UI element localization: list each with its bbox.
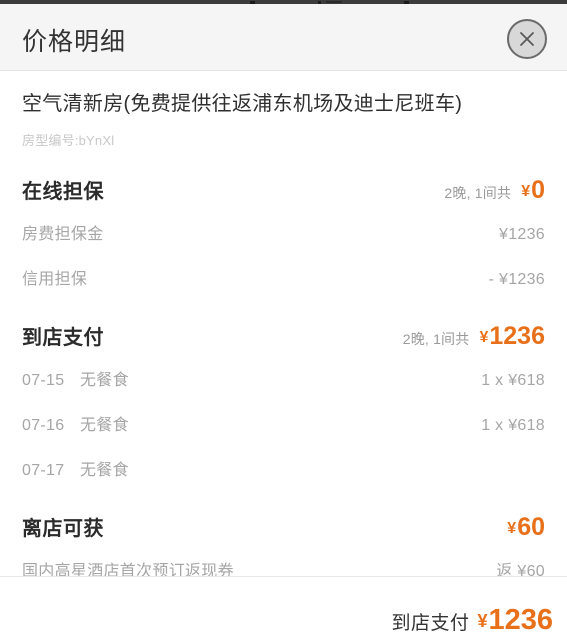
- table-row: 07-17 无餐食: [22, 445, 545, 490]
- row-left: 信用担保: [22, 265, 87, 289]
- row-label: 无餐食: [80, 417, 129, 434]
- row-label: 无餐食: [80, 462, 129, 479]
- section-title: 到店支付: [22, 327, 104, 349]
- section-amount: ¥60: [507, 513, 545, 542]
- bottom-total-label: 到店支付: [391, 613, 470, 633]
- row-date: 07-16: [22, 417, 65, 434]
- row-date: 07-15: [22, 372, 65, 389]
- strip-notch-3: [326, 1, 342, 3]
- close-circle-icon[interactable]: [507, 19, 547, 59]
- section-pay-at-hotel: 到店支付 2晚, 1间共 ¥1236 07-15 无餐食 1 x ¥618 07…: [0, 299, 567, 490]
- section-amount: ¥1236: [479, 322, 545, 351]
- row-label: 房费担保金: [22, 226, 104, 243]
- room-code: 房型编号:bYnXl: [22, 133, 115, 148]
- section-online-guarantee: 在线担保 2晚, 1间共 ¥0 房费担保金 ¥1236 信用担保 - ¥1236: [0, 153, 567, 299]
- dialog-header: 价格明细: [0, 4, 567, 71]
- row-left: 07-15 无餐食: [22, 366, 129, 390]
- bottom-total-amount: ¥1236: [477, 604, 553, 633]
- row-label: 无餐食: [80, 372, 129, 389]
- row-left: 房费担保金: [22, 220, 104, 244]
- room-name: 空气清新房(免费提供往返浦东机场及迪士尼班车): [22, 93, 463, 115]
- section-total: 2晚, 1间共 ¥1236: [403, 322, 545, 351]
- section-subtitle: 2晚, 1间共: [444, 185, 512, 201]
- amount-value: 1236: [488, 604, 553, 633]
- amount-value: 60: [517, 513, 545, 541]
- row-left: 07-16 无餐食: [22, 411, 129, 435]
- section-subtitle: 2晚, 1间共: [402, 331, 470, 347]
- section-total: ¥60: [497, 513, 545, 542]
- table-row: 07-15 无餐食 1 x ¥618: [22, 355, 545, 400]
- table-row: 07-16 无餐食 1 x ¥618: [22, 400, 545, 445]
- section-header: 离店可获 ¥60: [22, 490, 545, 546]
- table-row: 信用担保 - ¥1236: [22, 254, 545, 299]
- currency-symbol: ¥: [477, 611, 488, 631]
- price-detail-body: 空气清新房(免费提供往返浦东机场及迪士尼班车) 房型编号:bYnXl 在线担保 …: [0, 71, 567, 633]
- page-title: 价格明细: [22, 28, 127, 56]
- bottom-total: 到店支付 ¥1236: [391, 604, 553, 633]
- section-total: 2晚, 1间共 ¥0: [444, 176, 545, 205]
- amount-value: 0: [531, 176, 545, 204]
- bottom-summary-bar: 值 什么值得买 到店支付 ¥1236: [0, 577, 567, 633]
- section-header: 在线担保 2晚, 1间共 ¥0: [22, 153, 545, 209]
- room-block: 空气清新房(免费提供往返浦东机场及迪士尼班车) 房型编号:bYnXl: [0, 71, 567, 153]
- row-value: 1 x ¥618: [481, 372, 545, 389]
- currency-symbol: ¥: [507, 520, 517, 537]
- currency-symbol: ¥: [479, 329, 489, 346]
- row-left: 07-17 无餐食: [22, 456, 129, 480]
- row-date: 07-17: [22, 462, 65, 479]
- section-title: 在线担保: [22, 181, 104, 203]
- row-value: - ¥1236: [488, 271, 545, 288]
- section-title: 离店可获: [22, 518, 104, 540]
- row-value: ¥1236: [499, 226, 545, 243]
- amount-value: 1236: [489, 322, 545, 350]
- section-header: 到店支付 2晚, 1间共 ¥1236: [22, 299, 545, 355]
- section-amount: ¥0: [521, 176, 545, 205]
- currency-symbol: ¥: [521, 183, 531, 200]
- price-detail-screen: 价格明细 空气清新房(免费提供往返浦东机场及迪士尼班车) 房型编号:bYnXl …: [0, 0, 567, 633]
- row-label: 信用担保: [22, 271, 88, 288]
- row-value: 1 x ¥618: [481, 417, 545, 434]
- table-row: 房费担保金 ¥1236: [22, 209, 545, 254]
